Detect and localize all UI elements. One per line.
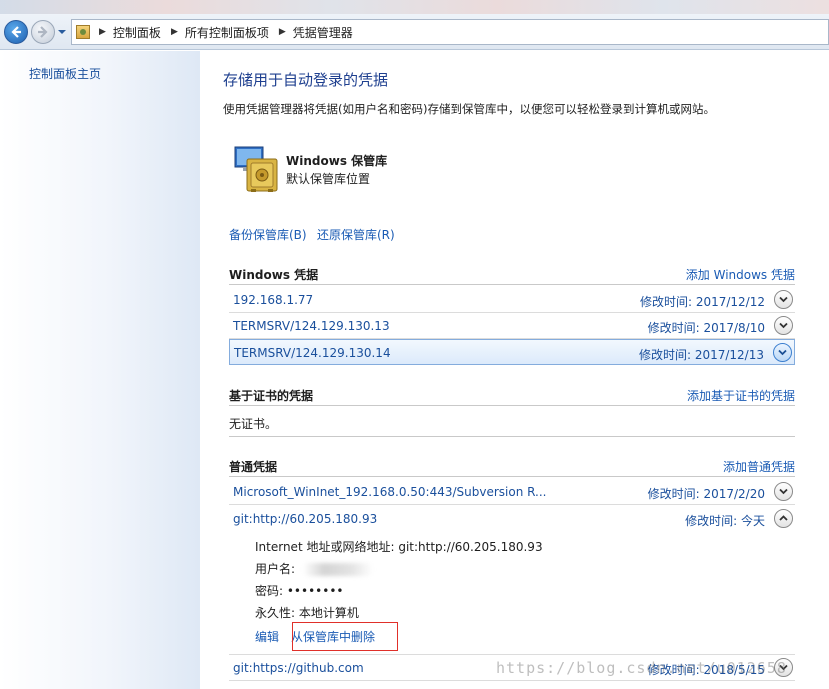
add-certificate-credential-link[interactable]: 添加基于证书的凭据 <box>687 387 795 404</box>
redacted-username <box>303 563 374 576</box>
credential-modified: 修改时间: 2017/12/13 <box>638 348 764 362</box>
chevron-right-icon[interactable]: ▶ <box>99 27 106 37</box>
sidebar-home-link[interactable]: 控制面板主页 <box>29 65 101 82</box>
expand-button[interactable] <box>774 290 793 309</box>
credential-modified: 修改时间: 2017/2/20 <box>647 487 765 501</box>
credential-row[interactable]: TERMSRV/124.129.130.13 修改时间: 2017/8/10 <box>229 313 795 339</box>
credential-persistence: 永久性: 本地计算机 <box>255 606 359 620</box>
credential-username: 用户名: <box>255 560 374 577</box>
sidebar: 控制面板主页 <box>0 51 200 689</box>
page-description: 使用凭据管理器将凭据(如用户名和密码)存储到保管库中，以便您可以轻松登录到计算机… <box>223 102 715 116</box>
add-generic-credential-link[interactable]: 添加普通凭据 <box>723 458 795 475</box>
back-button[interactable] <box>4 20 28 44</box>
breadcrumb-control-panel[interactable]: 控制面板 <box>113 24 161 41</box>
breadcrumb-credential-manager[interactable]: 凭据管理器 <box>293 24 353 41</box>
credential-modified: 修改时间: 2017/12/12 <box>639 295 765 309</box>
vault-subtitle: 默认保管库位置 <box>286 172 371 186</box>
watermark: https://blog.csdn.net/u012658 <box>496 659 787 677</box>
page-title: 存储用于自动登录的凭据 <box>223 71 389 89</box>
username-label: 用户名: <box>255 562 296 576</box>
edit-credential-link[interactable]: 编辑 <box>255 628 279 645</box>
credential-name: git:http://60.205.180.93 <box>233 512 378 526</box>
section-title: 基于证书的凭据 <box>229 389 314 403</box>
credential-name: Microsoft_WinInet_192.168.0.50:443/Subve… <box>233 485 547 499</box>
chevron-right-icon[interactable]: ▶ <box>279 27 286 37</box>
taskbar-strip <box>0 0 829 14</box>
credential-name: TERMSRV/124.129.130.13 <box>233 319 390 333</box>
backup-vault-link[interactable]: 备份保管库(B) <box>229 226 307 243</box>
vault-safe-icon <box>234 146 278 192</box>
no-certificates-text: 无证书。 <box>229 417 278 431</box>
chevron-down-icon <box>778 349 787 356</box>
generic-credentials-header: 普通凭据 添加普通凭据 <box>229 455 795 477</box>
collapse-button[interactable] <box>774 509 793 528</box>
highlight-box <box>292 622 398 651</box>
expand-button[interactable] <box>774 482 793 501</box>
main-content: 存储用于自动登录的凭据 使用凭据管理器将凭据(如用户名和密码)存储到保管库中，以… <box>200 51 829 689</box>
restore-vault-link[interactable]: 还原保管库(R) <box>317 226 395 243</box>
expand-button[interactable] <box>774 316 793 335</box>
arrow-right-icon <box>38 26 48 38</box>
chevron-up-icon <box>779 515 788 521</box>
windows-credentials-header: Windows 凭据 添加 Windows 凭据 <box>229 263 795 285</box>
expand-button[interactable] <box>773 343 792 362</box>
address-bar: ▶ 控制面板 ▶ 所有控制面板项 ▶ 凭据管理器 <box>0 14 829 50</box>
credential-row-expanded[interactable]: git:http://60.205.180.93 修改时间: 今天 <box>229 506 795 532</box>
chevron-down-icon <box>779 322 788 329</box>
credential-name: TERMSRV/124.129.130.14 <box>234 346 391 360</box>
credential-name: 192.168.1.77 <box>233 293 314 307</box>
forward-button[interactable] <box>31 20 55 44</box>
credential-address: Internet 地址或网络地址: git:http://60.205.180.… <box>255 540 543 554</box>
section-title: 普通凭据 <box>229 460 278 474</box>
credential-row-selected[interactable]: TERMSRV/124.129.130.14 修改时间: 2017/12/13 <box>229 339 795 365</box>
credential-modified: 修改时间: 2017/8/10 <box>647 321 765 335</box>
history-dropdown-icon[interactable] <box>57 28 67 36</box>
certificate-credentials-header: 基于证书的凭据 添加基于证书的凭据 <box>229 384 795 406</box>
credential-row[interactable]: 192.168.1.77 修改时间: 2017/12/12 <box>229 287 795 313</box>
credential-name: git:https://github.com <box>233 661 364 675</box>
chevron-down-icon <box>779 488 788 495</box>
chevron-down-icon <box>779 296 788 303</box>
vault-name: Windows 保管库 <box>286 154 388 168</box>
control-panel-icon <box>76 25 90 39</box>
credential-password: 密码: •••••••• <box>255 584 344 598</box>
breadcrumb-all-items[interactable]: 所有控制面板项 <box>185 24 269 41</box>
divider <box>229 436 795 437</box>
section-title: Windows 凭据 <box>229 268 319 282</box>
credential-modified: 修改时间: 今天 <box>685 514 765 528</box>
chevron-right-icon[interactable]: ▶ <box>171 27 178 37</box>
credential-row[interactable]: Microsoft_WinInet_192.168.0.50:443/Subve… <box>229 479 795 505</box>
add-windows-credential-link[interactable]: 添加 Windows 凭据 <box>686 266 795 283</box>
arrow-left-icon <box>11 26 21 38</box>
breadcrumb[interactable]: ▶ 控制面板 ▶ 所有控制面板项 ▶ 凭据管理器 <box>71 19 829 45</box>
